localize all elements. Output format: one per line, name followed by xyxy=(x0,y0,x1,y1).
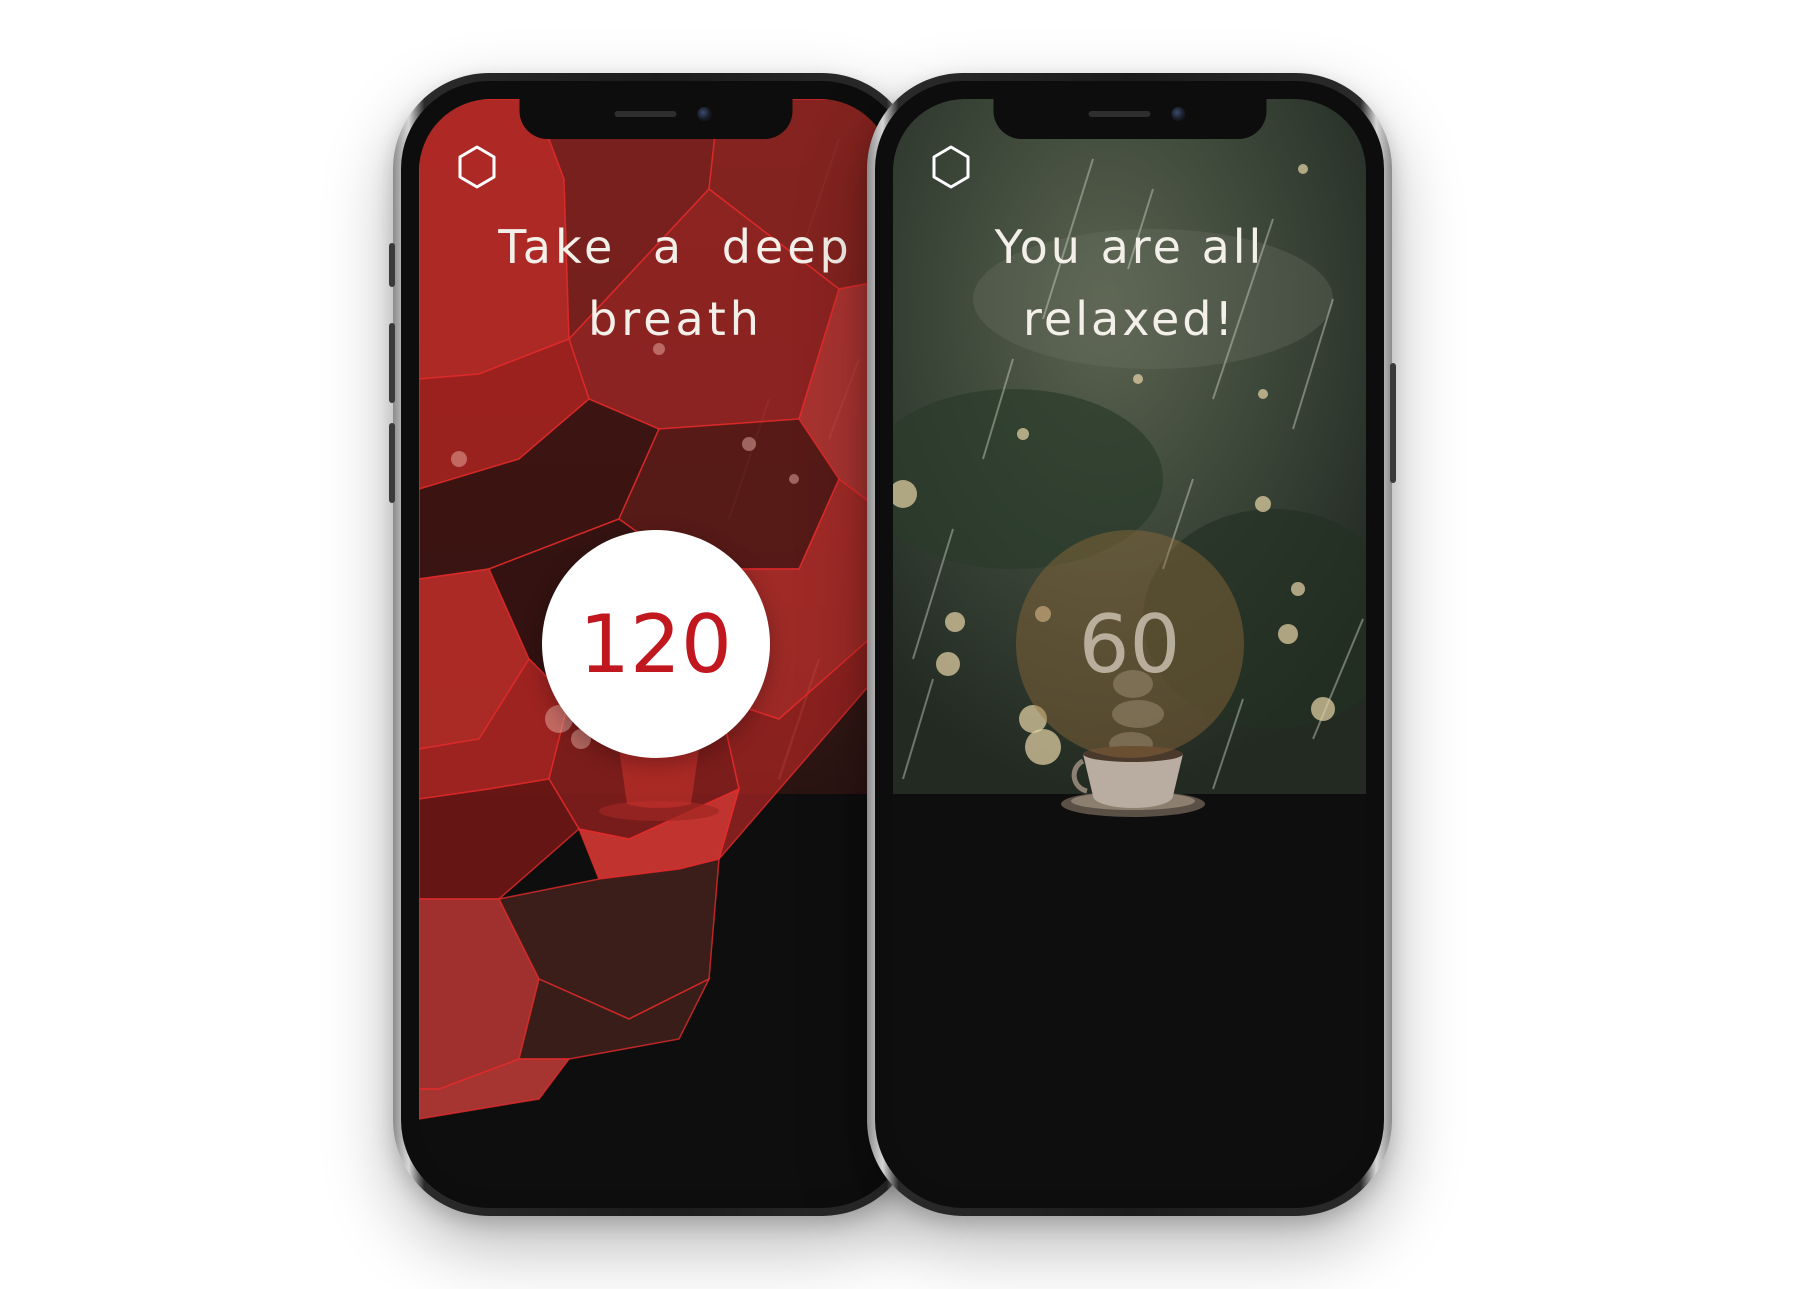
mockup-stage: Take a deep breath 120 You are all relax… xyxy=(0,0,1817,1289)
notch xyxy=(519,99,792,139)
hexagon-icon[interactable] xyxy=(453,143,501,191)
speaker xyxy=(614,111,676,117)
screen-breathing: Take a deep breath 120 xyxy=(419,99,892,1190)
notch xyxy=(993,99,1266,139)
hexagon-icon[interactable] xyxy=(927,143,975,191)
front-camera xyxy=(697,107,711,121)
headline-line-2: relaxed! xyxy=(1023,292,1236,346)
speaker xyxy=(1088,111,1150,117)
phone-right: You are all relaxed! 60 xyxy=(867,73,1396,1216)
volume-up-button xyxy=(389,323,395,403)
power-button xyxy=(1390,363,1396,483)
breath-counter[interactable]: 120 xyxy=(541,530,770,758)
headline-line-1: Take a deep xyxy=(498,220,853,274)
headline-line-1: You are all xyxy=(994,220,1265,274)
headline-right: You are all relaxed! xyxy=(893,211,1366,355)
mute-switch xyxy=(389,243,395,287)
headline-line-2: breath xyxy=(588,292,763,346)
volume-down-button xyxy=(389,423,395,503)
phone-left: Take a deep breath 120 xyxy=(389,73,918,1216)
screen-relaxed: You are all relaxed! 60 xyxy=(893,99,1366,1190)
breath-counter[interactable]: 60 xyxy=(1015,530,1244,758)
front-camera xyxy=(1171,107,1185,121)
headline-left: Take a deep breath xyxy=(419,211,892,355)
